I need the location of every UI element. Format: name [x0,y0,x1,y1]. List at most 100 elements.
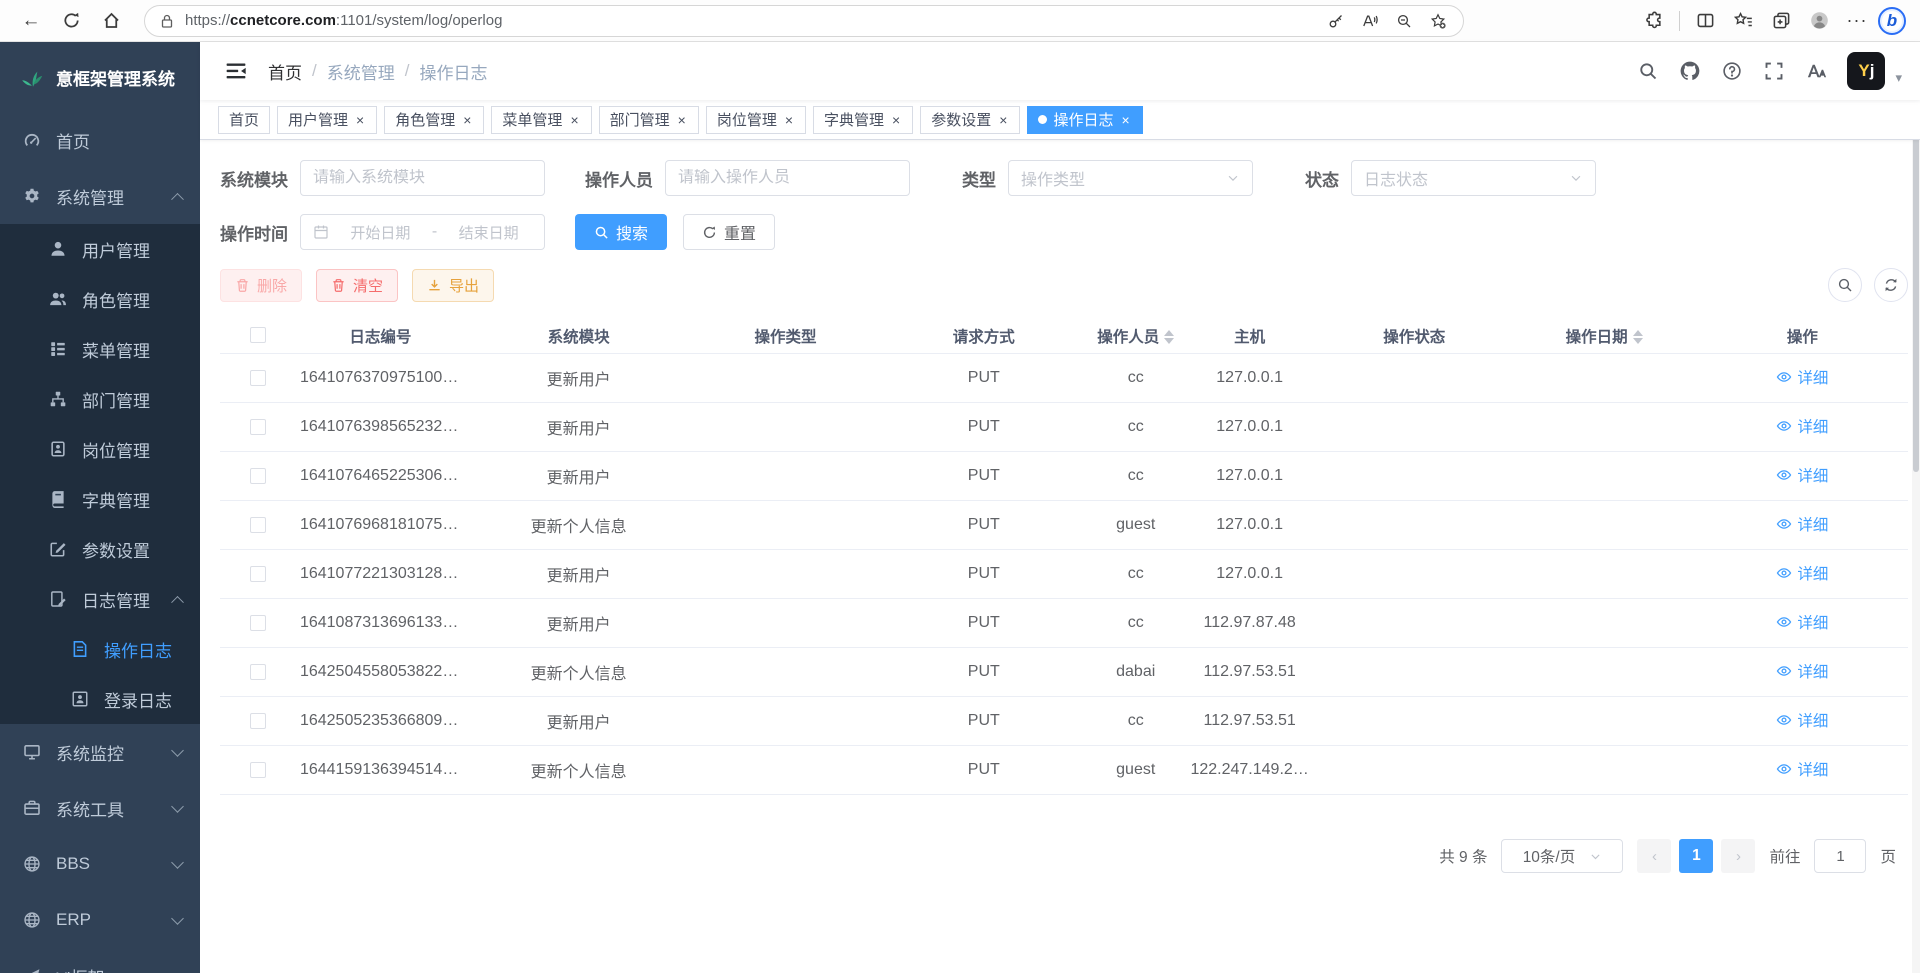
next-page-button[interactable]: › [1721,839,1755,873]
sidebar-item-ERP[interactable]: ERP [0,892,200,948]
sidebar-item-首页[interactable]: 首页 [0,112,200,168]
sidebar-collapse-button[interactable] [218,53,254,89]
user-avatar[interactable]: Yj [1847,52,1885,90]
select-all-checkbox[interactable] [250,327,266,343]
search-button[interactable]: 搜索 [575,214,667,250]
tab-参数设置[interactable]: 参数设置× [920,106,1020,134]
close-icon[interactable]: × [1119,112,1131,128]
breadcrumb-item-首页[interactable]: 首页 [268,59,302,84]
favorite-add-icon[interactable] [1423,7,1453,35]
favorites-bar-icon[interactable] [1726,4,1760,38]
tab-岗位管理[interactable]: 岗位管理× [706,106,806,134]
clear-button[interactable]: 清空 [316,269,398,302]
close-icon[interactable]: × [783,112,795,128]
row-checkbox[interactable] [250,664,266,680]
close-icon[interactable]: × [354,112,366,128]
close-icon[interactable]: × [461,112,473,128]
extensions-icon[interactable] [1637,4,1671,38]
row-checkbox[interactable] [250,566,266,582]
row-checkbox[interactable] [250,468,266,484]
github-icon[interactable] [1673,54,1707,88]
address-bar[interactable]: https://ccnetcore.com:1101/system/log/op… [144,5,1464,37]
tab-角色管理[interactable]: 角色管理× [384,106,484,134]
fullscreen-icon[interactable] [1757,54,1791,88]
sidebar-item-BBS[interactable]: BBS [0,836,200,892]
sidebar-item-Yi框架[interactable]: Yi框架 [0,948,200,973]
row-checkbox[interactable] [250,419,266,435]
close-icon[interactable]: × [997,112,1009,128]
split-screen-icon[interactable] [1688,4,1722,38]
browser-reload-button[interactable] [54,4,88,38]
detail-link[interactable]: 详细 [1776,513,1828,535]
detail-link[interactable]: 详细 [1776,709,1828,731]
sidebar-item-操作日志[interactable]: 操作日志 [0,624,200,674]
sidebar-item-菜单管理[interactable]: 菜单管理 [0,324,200,374]
header-search-icon[interactable] [1631,54,1665,88]
page-scrollbar[interactable] [1912,42,1920,973]
row-checkbox[interactable] [250,713,266,729]
detail-link[interactable]: 详细 [1776,464,1828,486]
close-icon[interactable]: × [568,112,580,128]
detail-link[interactable]: 详细 [1776,562,1828,584]
type-select[interactable]: 操作类型 [1008,160,1253,196]
sort-icon[interactable] [1164,330,1174,344]
row-checkbox[interactable] [250,762,266,778]
goto-page-input[interactable] [1814,839,1866,873]
module-input[interactable] [313,169,532,187]
sidebar-item-用户管理[interactable]: 用户管理 [0,224,200,274]
sidebar-item-部门管理[interactable]: 部门管理 [0,374,200,424]
delete-button[interactable]: 删除 [220,269,302,302]
detail-link[interactable]: 详细 [1776,415,1828,437]
column-header-操作日期[interactable]: 操作日期 [1511,325,1697,347]
breadcrumb-item-操作日志: 操作日志 [419,59,487,84]
close-icon[interactable]: × [676,112,688,128]
avatar-caret-icon[interactable]: ▾ [1895,70,1902,90]
bing-chat-icon[interactable]: b [1878,7,1906,35]
browser-back-button[interactable]: ← [14,4,48,38]
zoom-out-icon[interactable] [1389,7,1419,35]
sort-icon[interactable] [1633,330,1643,344]
refresh-table-button[interactable] [1874,268,1908,302]
prev-page-button[interactable]: ‹ [1637,839,1671,873]
detail-link[interactable]: 详细 [1776,366,1828,388]
export-button[interactable]: 导出 [412,269,494,302]
sidebar-item-字典管理[interactable]: 字典管理 [0,474,200,524]
row-checkbox[interactable] [250,517,266,533]
more-menu-icon[interactable]: ··· [1840,4,1874,38]
sidebar-item-岗位管理[interactable]: 岗位管理 [0,424,200,474]
tab-字典管理[interactable]: 字典管理× [813,106,913,134]
tab-菜单管理[interactable]: 菜单管理× [491,106,591,134]
tab-操作日志[interactable]: 操作日志× [1027,106,1142,134]
tab-用户管理[interactable]: 用户管理× [277,106,377,134]
sidebar-item-登录日志[interactable]: 登录日志 [0,674,200,724]
sidebar-item-参数设置[interactable]: 参数设置 [0,524,200,574]
collections-icon[interactable] [1764,4,1798,38]
detail-link[interactable]: 详细 [1776,660,1828,682]
sidebar-item-系统监控[interactable]: 系统监控 [0,724,200,780]
column-header-操作人员[interactable]: 操作人员 [1089,325,1182,347]
status-select[interactable]: 日志状态 [1351,160,1596,196]
sidebar-item-日志管理[interactable]: 日志管理 [0,574,200,624]
browser-home-button[interactable] [94,4,128,38]
detail-link[interactable]: 详细 [1776,758,1828,780]
read-aloud-icon[interactable] [1355,7,1385,35]
sidebar-item-角色管理[interactable]: 角色管理 [0,274,200,324]
date-range-picker[interactable]: 开始日期 - 结束日期 [300,214,545,250]
operator-input[interactable] [678,169,897,187]
page-number-1[interactable]: 1 [1679,839,1713,873]
help-icon[interactable] [1715,54,1749,88]
tab-首页[interactable]: 首页 [218,106,270,134]
password-key-icon[interactable] [1321,7,1351,35]
page-size-select[interactable]: 10条/页 [1501,839,1623,873]
toggle-search-button[interactable] [1828,268,1862,302]
sidebar-item-系统工具[interactable]: 系统工具 [0,780,200,836]
close-icon[interactable]: × [890,112,902,128]
row-checkbox[interactable] [250,370,266,386]
detail-link[interactable]: 详细 [1776,611,1828,633]
font-size-icon[interactable] [1799,54,1833,88]
reset-button[interactable]: 重置 [683,214,775,250]
sidebar-item-系统管理[interactable]: 系统管理 [0,168,200,224]
tab-部门管理[interactable]: 部门管理× [599,106,699,134]
profile-avatar-icon[interactable] [1802,4,1836,38]
row-checkbox[interactable] [250,615,266,631]
